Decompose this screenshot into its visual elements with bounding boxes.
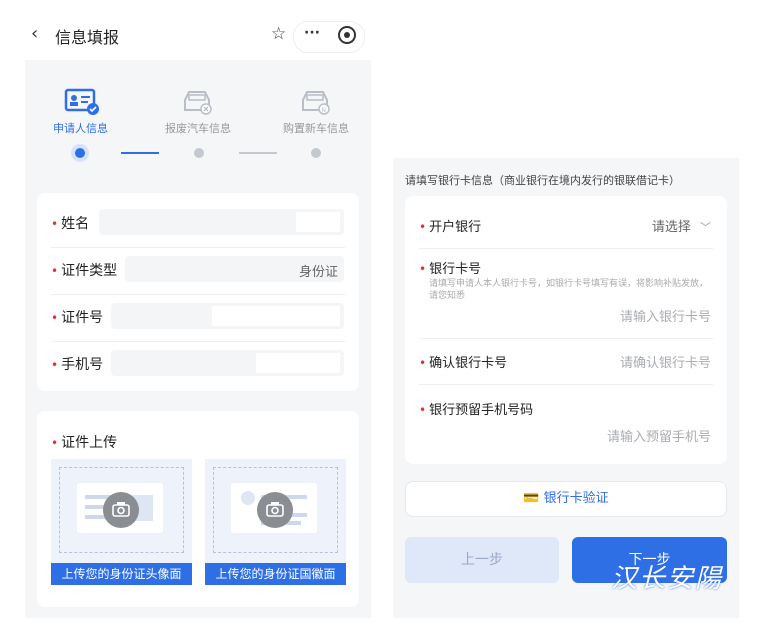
header-bar: ‹ 信息填报 ☆ ··· bbox=[25, 12, 371, 60]
scrap-car-icon bbox=[184, 91, 212, 115]
id-number-input[interactable] bbox=[111, 303, 344, 329]
more-icon[interactable]: ··· bbox=[304, 25, 320, 41]
step-dot-active bbox=[71, 144, 89, 162]
new-car-icon: N bbox=[302, 91, 330, 115]
bank-select-value: 请选择 bbox=[651, 220, 691, 235]
card-icon: 💳 bbox=[523, 491, 540, 506]
card-number-input[interactable]: 请输入银行卡号 bbox=[620, 306, 711, 325]
upload-title: • 证件上传 bbox=[51, 435, 118, 451]
watermark: 汉长安陽 bbox=[611, 564, 724, 594]
left-screen: ‹ 信息填报 ☆ ··· 申请人信息 报废汽车信息 N 购置新车信息 • 姓名 … bbox=[25, 12, 371, 618]
right-screen: 请填写银行卡信息（商业银行在境内发行的银联借记卡） • 开户银行 请选择 ﹀ • 银… bbox=[393, 158, 739, 618]
reserved-phone-label: • 银行预留手机号码 bbox=[419, 403, 534, 418]
svg-text:N: N bbox=[322, 107, 327, 114]
applicant-form-card: • 姓名 • 证件类型 身份证 • 证件号 • 手机号 bbox=[37, 193, 359, 391]
name-input[interactable] bbox=[99, 209, 344, 235]
bank-verify-label: 银行卡验证 bbox=[543, 491, 609, 506]
id-back-upload[interactable]: 上传您的身份证国徽面 bbox=[205, 459, 346, 585]
phone-input[interactable] bbox=[111, 350, 344, 376]
id-type-select[interactable]: 身份证 bbox=[125, 256, 344, 282]
prev-step-button[interactable]: 上一步 bbox=[405, 537, 559, 583]
upload-card: • 证件上传 上传您的身份证头像面 上传您的身份证国徽面 bbox=[37, 411, 359, 607]
prev-step-label: 上一步 bbox=[461, 552, 503, 568]
star-icon[interactable]: ☆ bbox=[271, 24, 286, 44]
camera-icon bbox=[103, 492, 139, 528]
id-back-caption: 上传您的身份证国徽面 bbox=[205, 563, 346, 585]
id-front-upload[interactable]: 上传您的身份证头像面 bbox=[51, 459, 192, 585]
card-number-label: • 银行卡号 bbox=[419, 262, 482, 277]
step-dot bbox=[194, 148, 204, 158]
camera-icon bbox=[257, 492, 293, 528]
mini-program-capsule: ··· bbox=[293, 21, 365, 53]
reserved-phone-input[interactable]: 请输入预留手机号 bbox=[607, 426, 711, 445]
page-title: 信息填报 bbox=[55, 28, 120, 47]
step-dot bbox=[311, 148, 321, 158]
back-arrow-icon[interactable]: ‹ bbox=[31, 23, 38, 44]
stepper: 申请人信息 报废汽车信息 N 购置新车信息 bbox=[25, 60, 371, 190]
bank-card-notice: 请填写银行卡信息（商业银行在境内发行的银联借记卡） bbox=[405, 174, 680, 187]
step-connector bbox=[121, 152, 159, 154]
step-label-scrap-car: 报废汽车信息 bbox=[165, 122, 231, 135]
id-type-label: • 证件类型 bbox=[51, 263, 118, 279]
id-card-icon bbox=[64, 88, 99, 115]
confirm-card-label: • 确认银行卡号 bbox=[419, 356, 508, 371]
card-number-hint: 请填写申请人本人银行卡号，如银行卡号填写有误，将影响补贴发放，请您知悉 bbox=[429, 279, 709, 301]
id-type-value: 身份证 bbox=[298, 265, 338, 280]
step-connector bbox=[239, 152, 277, 154]
bank-select[interactable]: 请选择 ﹀ bbox=[652, 216, 711, 235]
name-label: • 姓名 bbox=[51, 216, 90, 232]
chevron-down-icon: ﹀ bbox=[700, 221, 711, 234]
step-label-new-car: 购置新车信息 bbox=[283, 122, 349, 135]
id-number-label: • 证件号 bbox=[51, 310, 104, 326]
bank-form-card: • 开户银行 请选择 ﹀ • 银行卡号 请填写申请人本人银行卡号，如银行卡号填写有误… bbox=[405, 196, 727, 464]
close-target-icon[interactable] bbox=[338, 26, 356, 44]
id-front-caption: 上传您的身份证头像面 bbox=[51, 563, 192, 585]
bank-label: • 开户银行 bbox=[419, 220, 482, 235]
confirm-card-input[interactable]: 请确认银行卡号 bbox=[620, 352, 711, 371]
step-label-applicant: 申请人信息 bbox=[53, 122, 108, 135]
phone-label: • 手机号 bbox=[51, 357, 104, 373]
bank-verify-button[interactable]: 💳 银行卡验证 bbox=[405, 481, 727, 517]
